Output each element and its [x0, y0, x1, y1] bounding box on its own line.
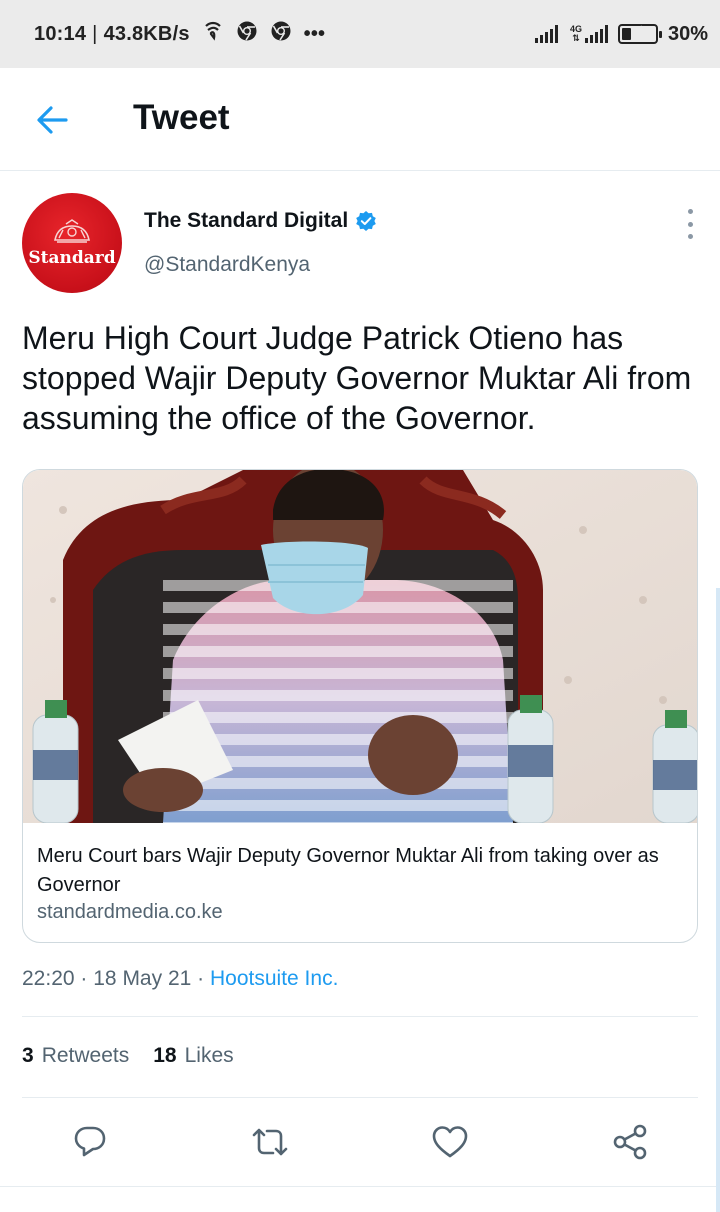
more-vertical-icon: [687, 221, 693, 227]
avatar[interactable]: Standard: [22, 193, 122, 293]
notification-app-icon: [202, 20, 224, 48]
status-bar-left: 10:14 | 43.8KB/s •••: [34, 20, 325, 48]
meta-dot: ·: [197, 967, 205, 990]
share-button[interactable]: [608, 1120, 652, 1164]
signal-icon: [584, 25, 608, 43]
divider: [22, 1097, 698, 1098]
card-image: [23, 470, 697, 823]
status-bar-right: 4G ⇅ ⚡ 30%: [525, 23, 708, 46]
card-domain: standardmedia.co.ke: [37, 901, 223, 923]
tweet-source-link[interactable]: Hootsuite Inc.: [210, 967, 338, 990]
avatar-text: Standard: [28, 248, 116, 268]
divider: [22, 1016, 698, 1017]
status-separator: |: [92, 22, 98, 45]
tweet-actions: [0, 1110, 720, 1174]
retweets-count: 3: [22, 1044, 34, 1067]
comment-icon: [74, 1126, 106, 1157]
retweet-icon: [252, 1128, 288, 1156]
more-options-button[interactable]: [680, 209, 700, 239]
status-speed: 43.8KB/s: [103, 22, 190, 45]
verified-badge-icon: [356, 211, 376, 231]
share-icon: [613, 1124, 647, 1160]
back-button[interactable]: [28, 96, 76, 144]
stats-gap: [129, 1044, 153, 1068]
retweet-button[interactable]: [248, 1120, 292, 1164]
network-label: 4G: [569, 24, 582, 34]
more-notifications-icon: •••: [303, 22, 326, 45]
tweet-text: Meru High Court Judge Patrick Otieno has…: [22, 320, 692, 436]
retweets-stat[interactable]: 3 Retweets: [22, 1044, 129, 1068]
divider: [0, 1186, 720, 1187]
scrollbar[interactable]: [716, 588, 720, 1212]
crest-logo-icon: [54, 219, 90, 243]
meta-dot: ·: [80, 967, 88, 990]
charging-icon: ⚡: [630, 23, 643, 42]
battery-fill: [621, 28, 631, 40]
tweet-date: 18 May 21: [93, 967, 192, 990]
arrow-left-icon: [37, 106, 68, 134]
likes-stat[interactable]: 18 Likes: [153, 1044, 233, 1068]
reply-button[interactable]: [68, 1120, 112, 1164]
link-card[interactable]: Meru Court bars Wajir Deputy Governor Mu…: [22, 469, 698, 943]
retweets-label: Retweets: [41, 1044, 130, 1067]
like-button[interactable]: [428, 1120, 472, 1164]
network-type: 4G ⇅: [569, 24, 582, 43]
chrome-icon: [270, 20, 292, 48]
status-bar: 10:14 | 43.8KB/s ••• 4G ⇅ ⚡ 30%: [0, 0, 720, 68]
user-handle[interactable]: @StandardKenya: [144, 253, 310, 277]
battery-percent: 30%: [667, 22, 708, 45]
display-name[interactable]: The Standard Digital: [144, 209, 348, 233]
signal-icon: [534, 25, 558, 43]
heart-icon: [432, 1126, 468, 1158]
chrome-icon: [236, 20, 258, 48]
tweet-timestamp: 22:20 · 18 May 21 · Hootsuite Inc.: [22, 967, 338, 991]
status-time: 10:14: [34, 22, 87, 45]
likes-label: Likes: [184, 1044, 234, 1067]
tweet-author: Standard The Standard Digital @StandardK…: [22, 193, 702, 293]
more-vertical-icon: [687, 234, 693, 239]
card-title: Meru Court bars Wajir Deputy Governor Mu…: [37, 845, 659, 896]
likes-count: 18: [153, 1044, 177, 1067]
top-app-bar: Tweet: [0, 68, 720, 171]
tweet-stats: 3 Retweets 18 Likes: [22, 1044, 234, 1068]
battery-icon: ⚡: [617, 23, 662, 44]
tweet-time: 22:20: [22, 967, 75, 990]
more-vertical-icon: [687, 209, 693, 214]
name-row: The Standard Digital: [144, 209, 377, 233]
page-title: Tweet: [133, 98, 230, 137]
